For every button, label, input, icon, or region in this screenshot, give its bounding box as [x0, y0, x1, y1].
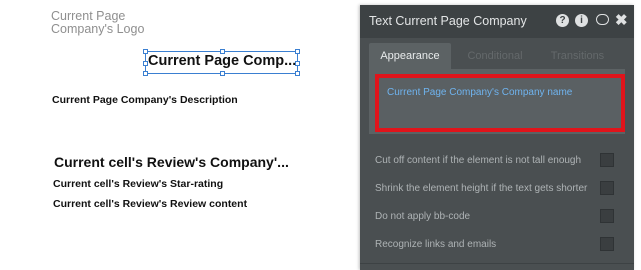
cut-off-content-checkbox[interactable]: [600, 153, 614, 167]
resize-handle-top-right[interactable]: [295, 49, 300, 54]
company-name-label: Current Page Comp...: [148, 53, 297, 69]
property-editor-panel: Text Current Page Company ? i ✖ Appearan…: [360, 5, 634, 270]
resize-handle-bottom-left[interactable]: [143, 71, 148, 76]
review-content-text[interactable]: Current cell's Review's Review content: [53, 198, 247, 210]
shrink-height-checkbox[interactable]: [600, 181, 614, 195]
tab-appearance[interactable]: Appearance: [369, 43, 451, 69]
panel-divider: [360, 263, 634, 264]
dynamic-expression-text[interactable]: Current Page Company's Company name: [387, 87, 572, 98]
resize-handle-middle-left[interactable]: [143, 61, 148, 66]
option-label: Cut off content if the element is not ta…: [375, 155, 582, 166]
selected-company-name-text[interactable]: Current Page Comp...: [143, 49, 300, 76]
option-no-bbcode: Do not apply bb-code: [360, 206, 634, 230]
review-company-text[interactable]: Current cell's Review's Company'...: [54, 154, 289, 170]
company-logo-placeholder[interactable]: Current Page Company's Logo: [51, 10, 151, 36]
tab-conditional[interactable]: Conditional: [460, 43, 530, 69]
question-icon[interactable]: ?: [556, 14, 569, 27]
comment-icon[interactable]: [596, 14, 609, 25]
resize-handle-top-center[interactable]: [220, 49, 225, 54]
option-label: Do not apply bb-code: [375, 211, 471, 222]
appearance-content: Current Page Company's Company name: [369, 69, 625, 134]
panel-title: Text Current Page Company: [369, 14, 527, 28]
panel-header[interactable]: Text Current Page Company ? i ✖: [360, 5, 634, 38]
panel-tabs: Appearance Conditional Transitions: [360, 43, 634, 69]
close-icon[interactable]: ✖: [615, 11, 628, 29]
recognize-links-checkbox[interactable]: [600, 237, 614, 251]
dynamic-text-field[interactable]: Current Page Company's Company name: [375, 74, 625, 132]
company-description-text[interactable]: Current Page Company's Description: [52, 94, 238, 106]
no-bbcode-checkbox[interactable]: [600, 209, 614, 223]
resize-handle-top-left[interactable]: [143, 49, 148, 54]
resize-handle-middle-right[interactable]: [295, 61, 300, 66]
editor-canvas: Current Page Company's Logo Current Page…: [0, 0, 360, 270]
option-shrink-height: Shrink the element height if the text ge…: [360, 178, 634, 202]
option-label: Shrink the element height if the text ge…: [375, 183, 588, 194]
tab-transitions[interactable]: Transitions: [545, 43, 610, 69]
resize-handle-bottom-right[interactable]: [295, 71, 300, 76]
info-icon[interactable]: i: [575, 14, 588, 27]
review-star-rating-text[interactable]: Current cell's Review's Star-rating: [53, 178, 223, 190]
option-recognize-links: Recognize links and emails: [360, 234, 634, 258]
resize-handle-bottom-center[interactable]: [220, 71, 225, 76]
option-cut-off-content: Cut off content if the element is not ta…: [360, 150, 634, 174]
option-label: Recognize links and emails: [375, 239, 497, 250]
